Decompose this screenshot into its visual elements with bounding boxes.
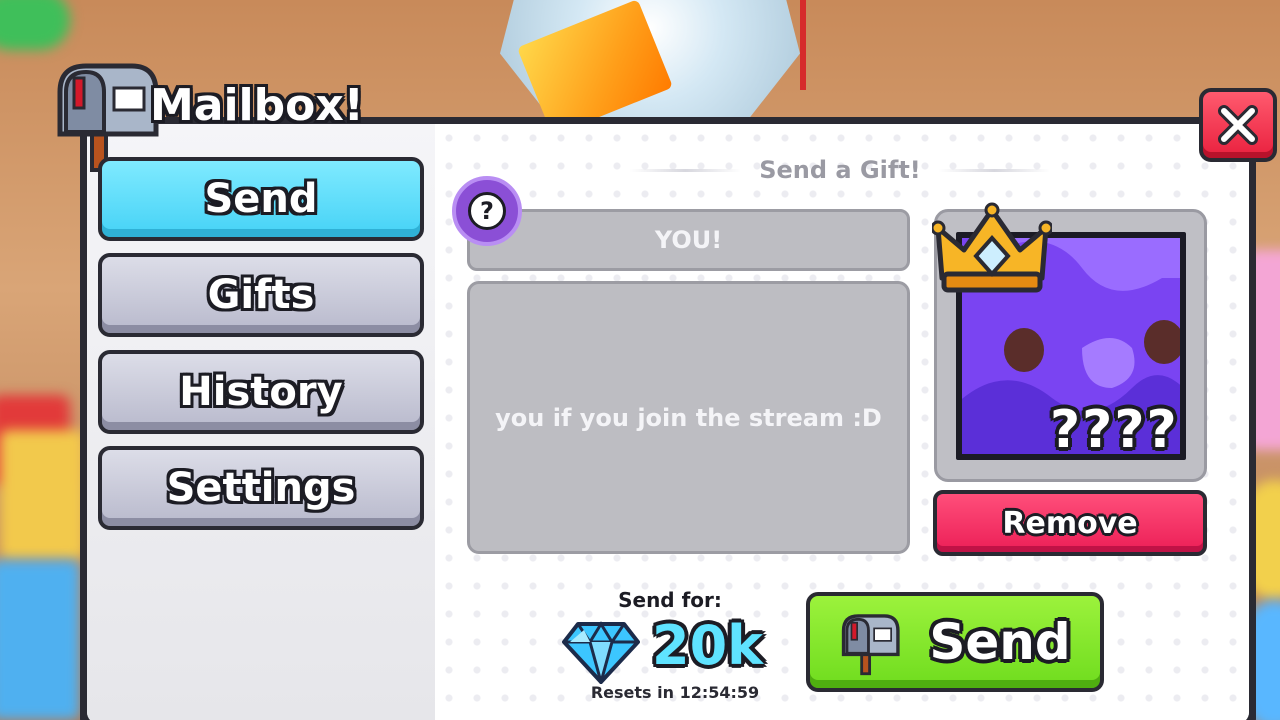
- close-icon: [1218, 105, 1258, 145]
- remove-label: Remove: [1002, 505, 1138, 541]
- recipient-field[interactable]: YOU!: [467, 209, 910, 271]
- sidebar-item-label: Send: [204, 176, 318, 222]
- sidebar-item-gifts[interactable]: Gifts: [98, 253, 424, 337]
- sidebar-item-settings[interactable]: Settings: [98, 446, 424, 530]
- sidebar-item-label: Settings: [166, 465, 356, 511]
- diamond-icon: [562, 621, 640, 684]
- divider: [630, 168, 742, 172]
- send-label: Send: [929, 613, 1071, 671]
- section-header: Send a Gift!: [630, 152, 1050, 188]
- reset-timer: Resets in 12:54:59: [590, 683, 760, 702]
- send-button[interactable]: Send: [806, 592, 1104, 692]
- background-ribbon: [800, 0, 806, 90]
- sidebar-item-history[interactable]: History: [98, 350, 424, 434]
- divider: [938, 168, 1050, 172]
- crown-icon: [932, 202, 1052, 293]
- sidebar-item-send[interactable]: Send: [98, 157, 424, 241]
- message-field[interactable]: you if you join the stream :D: [467, 281, 910, 554]
- help-button[interactable]: ?: [452, 176, 522, 246]
- message-value: you if you join the stream :D: [495, 403, 882, 432]
- sidebar-item-label: Gifts: [207, 272, 315, 318]
- background-gift-yellow: [0, 430, 85, 560]
- sidebar-item-label: History: [179, 369, 343, 415]
- pet-name-hidden: ????: [1050, 400, 1179, 460]
- window-title: Mailbox!: [150, 80, 364, 131]
- remove-button[interactable]: Remove: [933, 490, 1207, 556]
- help-glyph: ?: [480, 197, 494, 225]
- mailbox-icon: [842, 614, 900, 676]
- recipient-value: YOU!: [654, 226, 723, 254]
- close-button[interactable]: [1199, 88, 1277, 162]
- background-decoration: [0, 0, 70, 50]
- background-gift-blue: [0, 560, 80, 720]
- price-amount: 20k: [652, 614, 764, 677]
- send-for-label: Send for:: [618, 588, 722, 612]
- section-title: Send a Gift!: [759, 156, 921, 184]
- question-icon: ?: [468, 192, 506, 230]
